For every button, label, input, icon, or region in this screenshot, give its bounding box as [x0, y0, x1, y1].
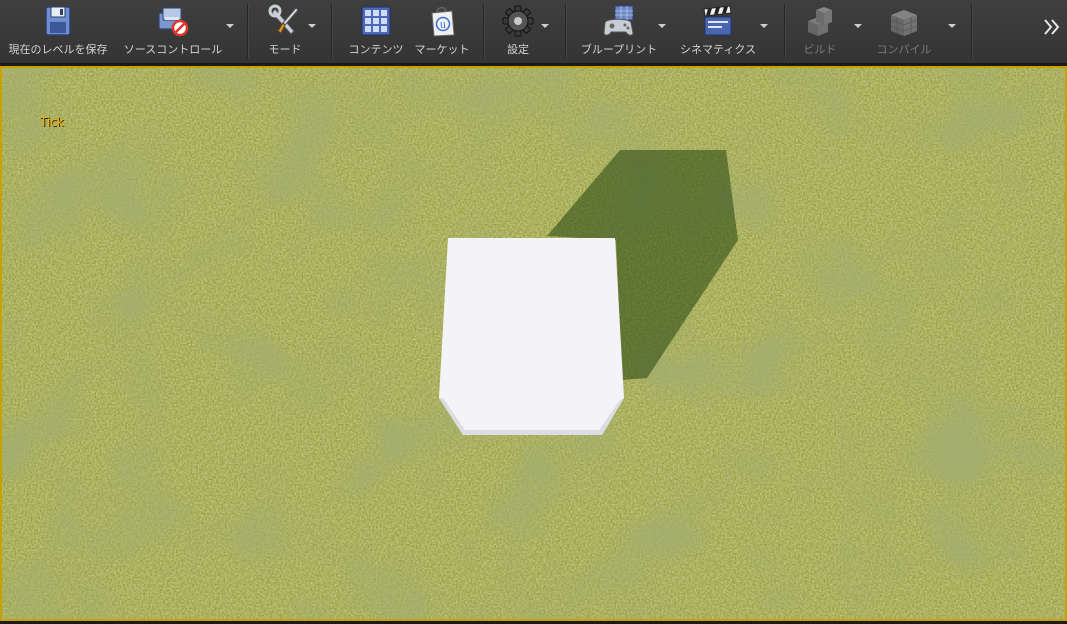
source-control-dropdown-arrow[interactable]	[224, 20, 236, 32]
source-control-disabled-icon	[158, 7, 189, 37]
svg-text:u: u	[440, 20, 447, 31]
marketplace-button[interactable]: u マーケット	[410, 0, 474, 62]
content-grid-icon	[361, 6, 391, 36]
build-blocks-icon	[808, 7, 832, 36]
wrench-screwdriver-icon	[268, 4, 299, 35]
content-button[interactable]: コンテンツ	[344, 0, 408, 62]
debug-print-text: Tick	[40, 115, 64, 129]
toolbar-separator	[971, 4, 973, 58]
level-viewport[interactable]: Tick	[0, 66, 1067, 621]
toolbar-separator	[784, 4, 786, 58]
chevron-down-icon	[541, 24, 549, 28]
chevron-down-icon	[948, 24, 956, 28]
cube-mesh[interactable]	[439, 238, 624, 435]
double-chevron-right-icon	[1044, 19, 1060, 35]
compile-dropdown-arrow[interactable]	[946, 20, 958, 32]
floppy-disk-icon	[45, 6, 71, 36]
build-label: ビルド	[803, 43, 837, 56]
chevron-down-icon	[226, 24, 234, 28]
settings-button[interactable]: 設定	[494, 0, 542, 62]
toolbar-separator	[331, 4, 333, 58]
compile-label: コンパイル	[876, 43, 932, 56]
modes-label: モード	[268, 43, 302, 56]
chevron-down-icon	[658, 24, 666, 28]
toolbar-separator	[247, 4, 249, 58]
settings-label: 設定	[507, 43, 529, 56]
toolbar-separator	[483, 4, 485, 58]
blueprints-button[interactable]: ブループリント	[576, 0, 662, 62]
clapperboard-icon	[703, 5, 732, 36]
build-dropdown-arrow[interactable]	[852, 20, 864, 32]
chevron-down-icon	[760, 24, 768, 28]
cinematics-dropdown-arrow[interactable]	[758, 20, 770, 32]
chevron-down-icon	[308, 24, 316, 28]
compile-button[interactable]: コンパイル	[868, 0, 940, 62]
modes-dropdown-arrow[interactable]	[306, 20, 318, 32]
main-toolbar: 現在のレベルを保存 ソースコントロール モード コンテンツ u マーケット 設定…	[0, 0, 1067, 64]
source-control-label: ソースコントロール	[123, 43, 223, 56]
blueprints-dropdown-arrow[interactable]	[656, 20, 668, 32]
cinematics-label: シネマティクス	[679, 43, 756, 56]
build-button[interactable]: ビルド	[794, 0, 846, 62]
toolbar-overflow-button[interactable]	[1041, 14, 1063, 40]
cinematics-button[interactable]: シネマティクス	[672, 0, 764, 62]
content-label: コンテンツ	[348, 43, 404, 56]
toolbar-separator	[565, 4, 567, 58]
chevron-down-icon	[854, 24, 862, 28]
marketplace-bag-icon: u	[431, 6, 455, 37]
settings-dropdown-arrow[interactable]	[539, 20, 551, 32]
gamepad-icon	[603, 5, 634, 36]
compile-cubes-icon	[890, 10, 918, 36]
marketplace-label: マーケット	[414, 43, 470, 56]
save-current-level-button[interactable]: 現在のレベルを保存	[2, 0, 114, 62]
blueprints-label: ブループリント	[580, 43, 658, 56]
save-current-level-label: 現在のレベルを保存	[8, 43, 108, 56]
source-control-button[interactable]: ソースコントロール	[118, 0, 228, 62]
viewport-scene[interactable]	[2, 68, 1065, 619]
gear-icon	[502, 5, 534, 37]
